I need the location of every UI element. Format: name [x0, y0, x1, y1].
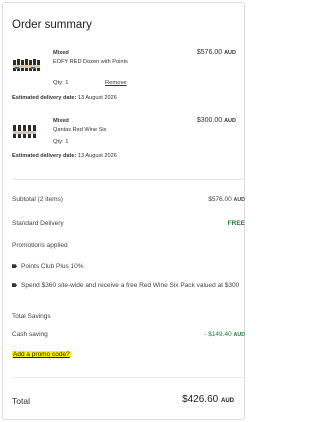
- estimated-delivery: Estimated delivery date: 13 August 2026: [12, 95, 117, 101]
- subtotal-label: Subtotal (2 items): [12, 196, 63, 203]
- delivery-date-label: Estimated delivery date:: [12, 153, 77, 159]
- delivery-date-value: 13 August 2026: [77, 95, 117, 101]
- total-amount: $426.60: [182, 394, 219, 405]
- subtotal-value: $576.00 AUD: [208, 196, 245, 203]
- currency-code: AUD: [233, 332, 245, 338]
- product-title: EOFY RED Dozen with Points: [53, 58, 128, 65]
- subtotal-row: Subtotal (2 items) $576.00 AUD: [12, 196, 245, 203]
- currency-code: AUD: [224, 118, 236, 124]
- tag-icon: [12, 283, 17, 288]
- delivery-row: Standard Delivery FREE: [12, 220, 245, 227]
- product-title: Qantas Red Wine Six: [53, 126, 107, 133]
- product-name: Mixed EOFY RED Dozen with Points: [53, 49, 143, 66]
- cash-saving-value: - $149.40 AUD: [204, 331, 245, 338]
- promotion-item: Spend $360 site-wide and receive a free …: [12, 281, 245, 291]
- price-amount: $300.00: [196, 117, 223, 124]
- product-quantity: Qty: 1: [53, 80, 69, 86]
- savings-title: Total Savings: [12, 313, 51, 320]
- divider: [12, 179, 245, 180]
- product-quantity: Qty: 1: [53, 139, 69, 145]
- product-price: $576.00 AUD: [197, 49, 236, 56]
- promotions-title: Promotions applied: [12, 242, 68, 249]
- currency-code: AUD: [221, 398, 234, 404]
- cash-saving-label: Cash saving: [12, 331, 48, 338]
- divider: [12, 377, 245, 378]
- cash-saving-row: Cash saving - $149.40 AUD: [12, 331, 245, 338]
- product-price: $300.00 AUD: [197, 117, 236, 124]
- promotion-item: Points Club Plus 10%: [12, 263, 245, 270]
- delivery-label: Standard Delivery: [12, 220, 64, 227]
- total-value: $426.60 AUD: [182, 394, 234, 405]
- promotion-text: Points Club Plus 10%: [21, 263, 84, 270]
- price-amount: $576.00: [196, 49, 223, 56]
- cash-saving-amount: - $149.40: [204, 331, 232, 338]
- currency-code: AUD: [233, 197, 245, 203]
- product-image-dozen: [13, 59, 40, 71]
- delivery-value: FREE: [227, 220, 245, 227]
- promotion-text: Spend $360 site-wide and receive a free …: [21, 282, 240, 289]
- order-summary-panel: Order summary Mixed EOFY RED Dozen with …: [2, 2, 245, 420]
- product-brand: Mixed: [53, 118, 69, 124]
- add-promo-code-link[interactable]: Add a promo code?: [12, 351, 71, 358]
- product-brand: Mixed: [53, 50, 69, 56]
- order-summary-title: Order summary: [12, 19, 92, 31]
- total-label: Total: [12, 396, 30, 406]
- delivery-date-label: Estimated delivery date:: [12, 95, 77, 101]
- delivery-date-value: 13 August 2026: [77, 153, 117, 159]
- estimated-delivery: Estimated delivery date: 13 August 2026: [12, 153, 117, 159]
- tag-icon: [12, 264, 17, 269]
- product-image-six: [13, 125, 36, 138]
- currency-code: AUD: [224, 50, 236, 56]
- remove-item-link[interactable]: Remove: [105, 80, 127, 86]
- subtotal-amount: $576.00: [208, 196, 232, 203]
- product-name: Mixed Qantas Red Wine Six: [53, 117, 143, 134]
